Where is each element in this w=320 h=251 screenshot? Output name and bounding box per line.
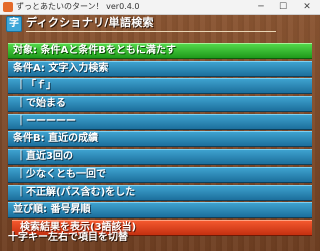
option-condition-a-text[interactable]: ｜「ｆ」 <box>8 78 312 95</box>
option-label: 条件B: 直近の成績 <box>13 133 99 145</box>
option-condition-b-range[interactable]: ｜直近3回の <box>8 149 312 166</box>
control-hint: 十字キー左右で項目を切替 <box>8 232 128 243</box>
option-condition-a[interactable]: 条件A: 文字入力検索 <box>8 60 312 77</box>
option-label: ｜少なくとも一回で <box>16 168 106 180</box>
dictionary-icon: 字 <box>6 16 22 32</box>
minimize-button[interactable]: ─ <box>250 0 272 14</box>
app-icon <box>3 2 13 12</box>
close-button[interactable]: ✕ <box>294 0 320 14</box>
window-title: ずっとあたいのターン！ ver0.4.0 <box>16 2 140 11</box>
option-label: ｜不正解(パス含む)をした <box>16 186 136 198</box>
option-condition-a-extra[interactable]: ｜ーーーーー <box>8 113 312 130</box>
maximize-button[interactable]: ☐ <box>272 0 294 14</box>
header-divider <box>26 31 276 32</box>
option-label: 並び順: 番号昇順 <box>13 204 91 216</box>
option-sort-order[interactable]: 並び順: 番号昇順 <box>8 202 312 219</box>
option-condition-b-frequency[interactable]: ｜少なくとも一回で <box>8 166 312 183</box>
option-target-condition[interactable]: 対象: 条件Aと条件Bをともに満たす <box>8 43 312 59</box>
option-label: ｜「ｆ」 <box>16 80 56 92</box>
option-condition-a-match-mode[interactable]: ｜で始まる <box>8 96 312 113</box>
option-label: 条件A: 文字入力検索 <box>13 62 109 74</box>
option-condition-b-result[interactable]: ｜不正解(パス含む)をした <box>8 184 312 201</box>
window-titlebar: ずっとあたいのターン！ ver0.4.0 ─ ☐ ✕ <box>0 0 320 15</box>
option-condition-b[interactable]: 条件B: 直近の成績 <box>8 131 312 148</box>
page-title: ディクショナリ/単語検索 <box>26 16 154 29</box>
option-label: ｜ーーーーー <box>16 115 76 127</box>
option-label: 対象: 条件Aと条件Bをともに満たす <box>13 45 176 56</box>
search-options-list: 対象: 条件Aと条件Bをともに満たす 条件A: 文字入力検索 ｜「ｆ」 ｜で始ま… <box>8 43 312 238</box>
option-label: ｜直近3回の <box>16 151 73 163</box>
option-label: ｜で始まる <box>16 98 66 110</box>
